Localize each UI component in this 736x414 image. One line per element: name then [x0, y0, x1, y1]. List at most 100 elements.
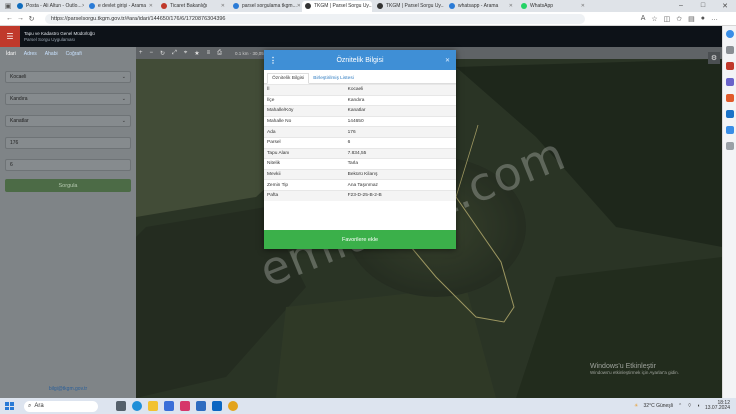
- split-screen-icon[interactable]: ◫: [664, 15, 671, 23]
- url-text: https://parselsorgu.tkgm.gov.tr/#ara/ida…: [51, 15, 226, 22]
- send-icon[interactable]: [725, 126, 734, 134]
- close-icon[interactable]: ✕: [445, 57, 450, 64]
- copilot-icon[interactable]: [725, 30, 734, 38]
- tab-cografi[interactable]: Coğrafi: [66, 51, 82, 57]
- tab-ahabi[interactable]: Ahabi: [45, 51, 58, 57]
- linkedin-icon[interactable]: [212, 401, 222, 411]
- layers-icon[interactable]: ≡: [207, 50, 211, 56]
- menu-icon[interactable]: ☰: [0, 26, 20, 47]
- browser-tab[interactable]: WhatsApp ✕: [518, 1, 588, 12]
- bookmark-icon[interactable]: ★: [194, 50, 199, 57]
- read-aloud-icon[interactable]: A: [641, 15, 646, 23]
- brand-line1: Tapu ve Kadastro Genel Müdürlüğü: [24, 30, 95, 36]
- table-row: Zemin Tip Ana Taşınmaz: [264, 179, 456, 191]
- attribute-value: 6: [344, 136, 456, 149]
- add-to-favorites-button[interactable]: Favorilere ekle: [264, 230, 456, 249]
- tray-chevron-icon[interactable]: ⌃: [678, 403, 682, 409]
- store-icon[interactable]: [164, 401, 174, 411]
- tab-close-icon[interactable]: ✕: [82, 3, 84, 9]
- browser-tab[interactable]: Ticaret Bakanlığı ✕: [158, 1, 228, 12]
- table-row: Mevkii Bekürü Kilarış: [264, 168, 456, 180]
- task-view-icon[interactable]: [116, 401, 126, 411]
- parcel-input[interactable]: 6: [5, 159, 131, 171]
- browser-tab[interactable]: whatsapp - Arama ✕: [446, 1, 516, 12]
- favorites-icon[interactable]: ✩: [676, 15, 682, 23]
- tab-close-icon[interactable]: ✕: [221, 3, 225, 9]
- district-select[interactable]: Kandıra ⌄: [5, 93, 131, 105]
- print-icon[interactable]: ⎙: [217, 50, 222, 57]
- browser-tab[interactable]: TKGM | Parsel Sorgu Uy...✕: [374, 1, 444, 12]
- tab-close-icon[interactable]: ✕: [297, 3, 300, 9]
- system-tray: ☀ 32°C Güneşli ⌃ ⌔ ◖ 18:12 13.07.2024: [634, 400, 736, 412]
- attribute-key: Pafta: [264, 189, 345, 202]
- clock[interactable]: 18:12 13.07.2024: [705, 400, 730, 412]
- tools-icon[interactable]: [725, 78, 734, 86]
- browser-tab[interactable]: Posta - Ali Altun - Outlo... ✕: [14, 1, 84, 12]
- network-icon[interactable]: ⌔: [687, 403, 692, 409]
- back-icon[interactable]: ←: [4, 15, 15, 22]
- activation-title: Windows'u Etkinleştir: [590, 363, 656, 370]
- tab-attributes[interactable]: Öznitelik Bilgisi: [267, 73, 310, 84]
- file-explorer-icon[interactable]: [148, 401, 158, 411]
- close-window-icon[interactable]: ✕: [714, 2, 736, 10]
- outlook-icon[interactable]: [725, 110, 734, 118]
- browser-tab[interactable]: e devlet girişi - Arama ✕: [86, 1, 156, 12]
- reload-icon[interactable]: ↻: [26, 15, 37, 23]
- zoom-out-icon[interactable]: −: [150, 50, 154, 56]
- more-icon[interactable]: …: [711, 15, 718, 23]
- edge-sidebar: [722, 26, 736, 398]
- tab-close-icon[interactable]: ✕: [509, 3, 513, 9]
- edge-icon[interactable]: [132, 401, 142, 411]
- attribute-value: Kanatlar: [344, 105, 456, 117]
- province-select[interactable]: Kocaeli ⌄: [5, 71, 131, 83]
- browser-tab[interactable]: TKGM | Parsel Sorgu Uy...✕: [302, 0, 372, 12]
- add-icon[interactable]: [725, 142, 734, 150]
- tab-label: WhatsApp: [530, 3, 554, 9]
- table-row: Mahalle/Köy Kanatlar: [264, 105, 456, 117]
- neighborhood-select[interactable]: Kanatlar ⌄: [5, 115, 131, 127]
- tab-favicon-icon: [161, 3, 167, 9]
- search-icon[interactable]: [725, 46, 734, 54]
- favorite-star-icon[interactable]: ☆: [651, 15, 657, 23]
- settings-gear-icon[interactable]: ⚙: [708, 52, 720, 64]
- volume-icon[interactable]: ◖: [697, 403, 700, 409]
- browser-tab[interactable]: parsel sorgulama tkgm... ✕: [230, 1, 300, 12]
- browser-tools: A ☆ ◫ ✩ ▤ ● …: [641, 15, 732, 23]
- zoom-in-icon[interactable]: +: [139, 50, 143, 56]
- collections-icon[interactable]: ▤: [688, 15, 695, 23]
- attribute-value: 144650: [344, 115, 456, 127]
- tab-close-icon[interactable]: ✕: [581, 3, 585, 9]
- tab-adres[interactable]: Adres: [24, 51, 37, 57]
- office-icon[interactable]: [725, 94, 734, 102]
- fullscreen-icon[interactable]: ⤢: [172, 50, 177, 57]
- windows-start-icon[interactable]: [4, 401, 16, 411]
- attribute-value: Kandıra: [344, 94, 456, 106]
- forward-icon[interactable]: →: [15, 15, 26, 22]
- tab-close-icon[interactable]: ✕: [149, 3, 153, 9]
- attribute-table: İl Kocaeli İlçe Kandıra Mahalle/Köy Kanatlar M…: [264, 84, 456, 202]
- weather-text[interactable]: 32°C Güneşli: [644, 403, 674, 409]
- tab-idari[interactable]: İdari: [6, 51, 16, 57]
- table-row: İl Kocaeli: [264, 84, 456, 96]
- attribute-value: Bekürü Kilarış: [344, 168, 456, 180]
- maximize-icon[interactable]: □: [692, 2, 714, 10]
- profile-icon[interactable]: ●: [701, 15, 705, 23]
- url-field[interactable]: https://parselsorgu.tkgm.gov.tr/#ara/ida…: [45, 13, 585, 24]
- refresh-icon[interactable]: ↻: [160, 50, 165, 57]
- contact-email[interactable]: bilgi@tkgm.gov.tr: [0, 386, 136, 392]
- shopping-icon[interactable]: [725, 62, 734, 70]
- tab-actions-icon[interactable]: ▣: [2, 1, 14, 11]
- attribute-dialog: ⋮ Öznitelik Bilgisi ✕ Öznitelik Bilgisi …: [264, 50, 456, 249]
- tab-merged-list[interactable]: Birleştirilmiş Listesi: [309, 74, 358, 83]
- location-icon[interactable]: ⌖: [184, 50, 187, 57]
- search-button[interactable]: Sorgula: [5, 179, 131, 192]
- weather-icon[interactable]: ☀: [634, 403, 638, 409]
- block-input[interactable]: 176: [5, 137, 131, 149]
- minimize-icon[interactable]: –: [670, 2, 692, 10]
- instagram-icon[interactable]: [180, 401, 190, 411]
- attribute-key: Mahalle No: [264, 115, 345, 127]
- tab-favicon-icon: [377, 3, 383, 9]
- taskbar-search[interactable]: ⌕ Ara: [24, 400, 98, 412]
- mail-icon[interactable]: [196, 401, 206, 411]
- chrome-icon[interactable]: [228, 401, 238, 411]
